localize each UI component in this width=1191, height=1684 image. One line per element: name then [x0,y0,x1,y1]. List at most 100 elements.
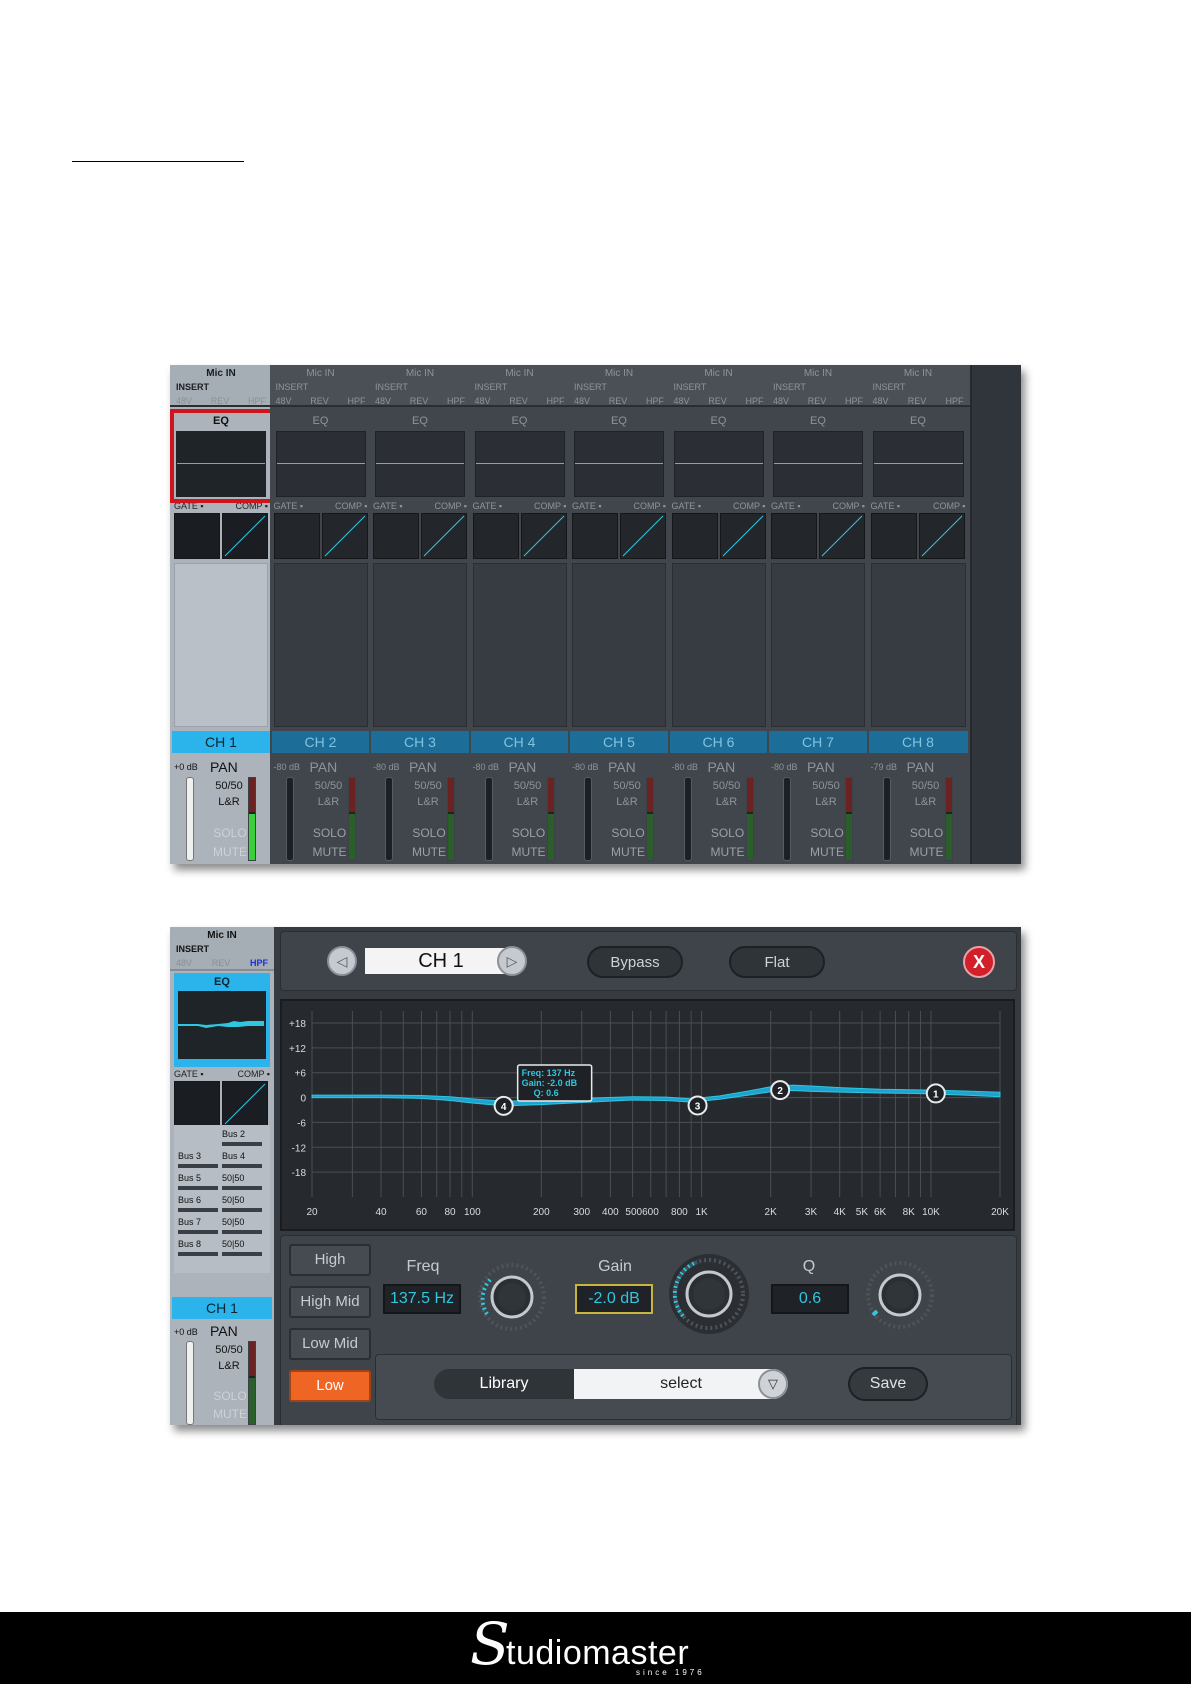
level-fader[interactable] [385,777,393,861]
channel-fader-area[interactable] [572,563,666,727]
input-section[interactable]: Mic IN INSERT 48V REV HPF [568,365,670,407]
comp-graph[interactable] [520,513,567,559]
input-section[interactable]: Mic IN INSERT 48V REV HPF [269,365,372,407]
pan-value[interactable]: 50/50 [503,780,553,792]
eq-thumbnail-active[interactable]: EQ [174,973,270,1067]
pan-value[interactable]: 50/50 [702,780,752,792]
close-button[interactable]: X [963,946,995,978]
eq-graph[interactable]: +18 +12 +6 0 -6 -12 -18 20 40 60 80 100 200 300 400 500… [280,999,1015,1231]
comp-graph[interactable] [819,513,865,559]
mute-button[interactable]: MUTE [206,845,254,859]
channel-name-label[interactable]: CH 4 [470,731,569,753]
bus-send-bar[interactable] [222,1252,262,1256]
level-fader[interactable] [783,777,791,861]
level-fader[interactable] [683,777,692,861]
input-section[interactable]: Mic IN INSERT 48V REV HPF [170,365,272,407]
side-pan-value[interactable]: 50/50 [204,1344,254,1356]
pan-value[interactable]: 50/50 [901,780,951,792]
eq-thumbnail[interactable] [275,431,366,497]
channel-fader-area[interactable] [273,563,368,727]
gain-value[interactable]: -2.0 dB [575,1284,653,1314]
mute-button[interactable]: MUTE [704,845,752,859]
comp-graph[interactable] [222,1081,268,1127]
pan-value[interactable]: 50/50 [304,780,354,792]
gate-graph[interactable] [572,513,618,559]
preset-select[interactable]: select [574,1369,788,1399]
level-fader[interactable] [584,777,592,861]
input-section[interactable]: Mic IN INSERT 48V REV HPF [667,365,770,407]
solo-button[interactable]: SOLO [405,826,453,840]
freq-value[interactable]: 137.5 Hz [383,1284,461,1314]
channel-name-label[interactable]: CH 7 [769,731,867,753]
triangle-down-icon[interactable]: ▽ [758,1369,788,1399]
solo-button[interactable]: SOLO [903,826,951,840]
flat-button[interactable]: Flat [729,946,825,978]
comp-graph[interactable] [421,513,467,559]
gate-graph[interactable] [472,513,519,559]
gate-graph[interactable] [671,513,718,559]
bus-send-bar[interactable] [222,1186,262,1190]
channel-fader-area[interactable] [671,563,766,727]
bus-send-bar[interactable] [178,1186,218,1190]
library-button[interactable]: Library [434,1369,574,1399]
input-section[interactable]: Mic IN INSERT 48V REV HPF [468,365,571,407]
bus-send-bar[interactable] [222,1208,262,1212]
channel-name-label[interactable]: CH 6 [669,731,768,753]
save-button[interactable]: Save [848,1367,928,1401]
comp-graph[interactable] [620,513,666,559]
mute-button[interactable]: MUTE [306,845,354,859]
solo-button[interactable]: SOLO [206,826,254,840]
q-knob[interactable] [865,1260,935,1335]
eq-thumbnail[interactable] [375,431,465,497]
q-value[interactable]: 0.6 [771,1284,849,1314]
bus-send-bar[interactable] [178,1208,218,1212]
triangle-right-icon[interactable]: ▷ [497,946,527,976]
pan-value[interactable]: 50/50 [602,780,652,792]
bus-send-bar[interactable] [178,1252,218,1256]
gate-graph[interactable] [870,513,917,559]
channel-name-label[interactable]: CH 3 [371,731,469,753]
comp-graph[interactable] [719,513,766,559]
solo-button[interactable]: SOLO [803,826,851,840]
input-section[interactable]: Mic IN INSERT 48V REV HPF [767,365,869,407]
level-fader[interactable] [186,777,194,861]
bypass-button[interactable]: Bypass [587,946,683,978]
eq-thumbnail[interactable] [474,431,565,497]
band-low-button[interactable]: Low [289,1370,371,1402]
channel-fader-area[interactable] [472,563,567,727]
mute-button[interactable]: MUTE [405,845,453,859]
input-section[interactable]: Mic IN INSERT 48V REV HPF [866,365,970,407]
channel-name-label[interactable]: CH 5 [570,731,668,753]
freq-knob[interactable] [477,1262,547,1337]
eq-thumbnail[interactable] [773,431,863,497]
solo-button[interactable]: SOLO [704,826,752,840]
level-fader[interactable] [484,777,493,861]
bus-send-bar[interactable] [222,1142,262,1146]
mute-button[interactable]: MUTE [505,845,553,859]
bus-send-bar[interactable] [178,1230,218,1234]
pan-value[interactable]: 50/50 [204,780,254,792]
pan-value[interactable]: 50/50 [801,780,851,792]
comp-graph[interactable] [222,513,268,559]
channel-fader-area[interactable] [870,563,966,727]
channel-fader-area[interactable] [174,563,268,727]
channel-fader-area[interactable] [771,563,865,727]
solo-button[interactable]: SOLO [306,826,354,840]
gate-graph[interactable] [273,513,320,559]
bus-send-bar[interactable] [178,1164,218,1168]
solo-button[interactable]: SOLO [505,826,553,840]
mute-button[interactable]: MUTE [903,845,951,859]
eq-thumbnail[interactable] [872,431,964,497]
side-mute-button[interactable]: MUTE [206,1407,254,1421]
mute-button[interactable]: MUTE [803,845,851,859]
solo-button[interactable]: SOLO [604,826,652,840]
comp-graph[interactable] [321,513,368,559]
eq-thumbnail[interactable] [673,431,764,497]
pan-value[interactable]: 50/50 [403,780,453,792]
side-solo-button[interactable]: SOLO [206,1389,254,1403]
gate-graph[interactable] [174,513,220,559]
gate-graph[interactable] [174,1081,220,1127]
side-channel-label[interactable]: CH 1 [172,1297,272,1319]
band-high-mid-button[interactable]: High Mid [289,1286,371,1318]
channel-name-label[interactable]: CH 8 [868,731,968,753]
